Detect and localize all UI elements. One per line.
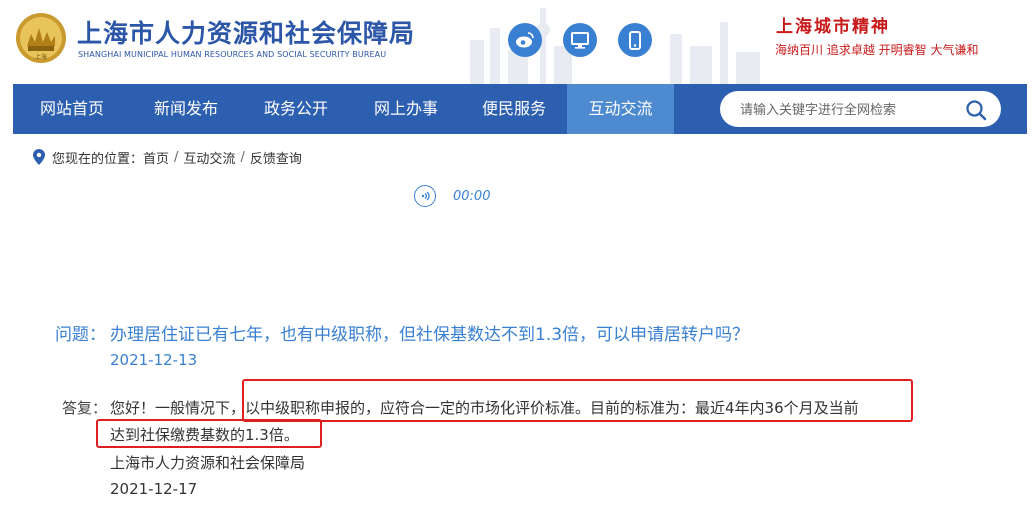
question-label: 问题： [55,325,106,345]
nav-item-online-services[interactable]: 网上办事 [351,84,461,134]
answer-date: 2021-12-17 [110,480,198,498]
mobile-icon [629,30,641,50]
audio-time: 00:00 [453,188,491,204]
question-text: 办理居住证已有七年，也有中级职称，但社保基数达不到1.3倍，可以申请居转户吗？ [110,325,750,345]
question-date: 2021-12-13 [110,351,198,369]
breadcrumb: 您现在的位置： 首页 / 互动交流 / 反馈查询 [33,148,302,167]
nav-item-government-affairs[interactable]: 政务公开 [241,84,351,134]
breadcrumb-home[interactable]: 首页 [143,148,169,167]
weibo-icon [516,32,534,48]
city-skyline-decoration [470,8,760,84]
audio-play-button[interactable] [414,185,436,207]
site-title[interactable]: 上海市人力资源和社会保障局 [77,14,415,50]
site-subtitle: SHANGHAI MUNICIPAL HUMAN RESOURCES AND S… [78,50,387,59]
search-icon[interactable] [965,99,987,121]
location-pin-icon [33,149,45,165]
nav-item-public-services[interactable]: 便民服务 [461,84,567,134]
search-input[interactable] [738,99,962,121]
highlight-box-line2 [96,419,322,448]
breadcrumb-feedback-query[interactable]: 反馈查询 [250,148,302,167]
desktop-icon [571,31,589,49]
desktop-site-button[interactable] [563,23,597,57]
nav-item-interaction[interactable]: 互动交流 [567,84,674,134]
mobile-site-button[interactable] [618,23,652,57]
bureau-emblem-icon[interactable]: 上海 [15,12,67,64]
site-header: 上海 上海市人力资源和社会保障局 SHANGHAI MUNICIPAL HUMA… [0,0,1033,84]
weibo-button[interactable] [508,23,542,57]
breadcrumb-interaction[interactable]: 互动交流 [183,148,235,167]
audio-player: 00:00 [414,185,490,207]
nav-item-news[interactable]: 新闻发布 [131,84,241,134]
nav-item-home[interactable]: 网站首页 [13,84,131,134]
emblem-text: 上海 [35,53,47,61]
speaker-icon [421,191,430,201]
breadcrumb-prefix: 您现在的位置： [52,151,144,167]
breadcrumb-separator: / [240,149,245,165]
city-spirit-title: 上海城市精神 [776,17,890,37]
highlight-box-line1 [242,379,913,422]
city-spirit-slogan: 海纳百川 追求卓越 开明睿智 大气谦和 [775,43,979,57]
site-search [720,91,1001,127]
answer-signature: 上海市人力资源和社会保障局 [110,454,306,472]
answer-label: 答复： [62,399,108,417]
breadcrumb-separator: / [174,149,179,165]
